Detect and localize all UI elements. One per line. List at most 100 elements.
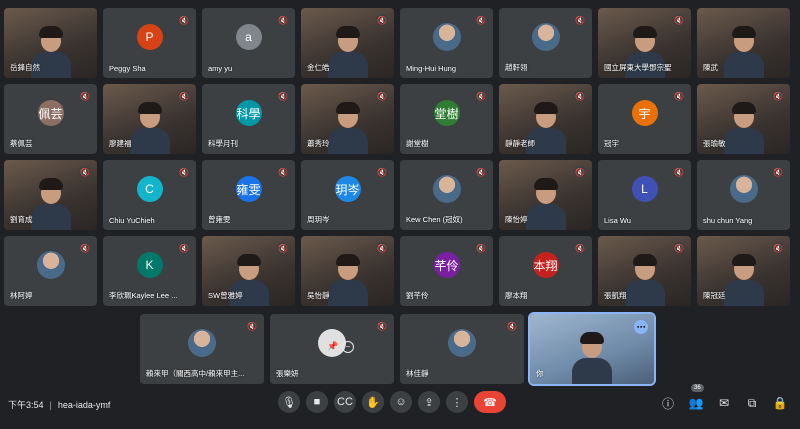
raise-hand-icon[interactable]: ✋	[362, 391, 384, 413]
participant-tile[interactable]: 岳鋒自然	[4, 8, 97, 78]
more-options-icon[interactable]: ⋮	[446, 391, 468, 413]
participant-tile[interactable]: 堂樹 🔇 謝堂樹	[400, 84, 493, 154]
participant-tile[interactable]: 🔇 Kew Chen (冠奴)	[400, 160, 493, 230]
avatar-photo	[36, 251, 65, 280]
avatar-photo	[448, 329, 476, 358]
participant-name: 謝堂樹	[406, 139, 429, 148]
muted-mic-icon: 🔇	[476, 15, 486, 25]
host-controls-icon[interactable]: 🔒	[770, 393, 790, 413]
participant-tile[interactable]: 🔇 陳怡婷	[499, 160, 592, 230]
present-screen-icon[interactable]: ⇪	[418, 391, 440, 413]
participant-tile[interactable]: 🔇 Ming-Hui Hung	[400, 8, 493, 78]
muted-mic-icon: 🔇	[377, 321, 387, 331]
participant-name: 曾雍雯	[208, 215, 231, 224]
muted-mic-icon: 🔇	[674, 91, 684, 101]
participant-tile[interactable]: 🔇 吳怡靜	[301, 236, 394, 306]
participant-tile[interactable]: 🔇 劉育成	[4, 160, 97, 230]
muted-mic-icon: 🔇	[80, 243, 90, 253]
participant-tile[interactable]: 🔇 張凱翔	[598, 236, 691, 306]
emoji-icon[interactable]: ☺	[390, 391, 412, 413]
participant-tile[interactable]: 🔇 林佳靜	[400, 314, 524, 384]
avatar: C	[136, 176, 163, 203]
participant-tile[interactable]: C 🔇 Chiu YuChieh	[103, 160, 196, 230]
participant-name: 金仁皓	[307, 63, 330, 72]
participant-tile[interactable]: 玥岑 🔇 周玥岑	[301, 160, 394, 230]
muted-mic-icon: 🔇	[376, 14, 388, 26]
participant-tile[interactable]: ⋯ 你	[528, 312, 656, 386]
participant-name: 張凱翔	[604, 291, 627, 300]
participant-tile[interactable]: 宇 🔇 冠宇	[598, 84, 691, 154]
muted-mic-icon: 🔇	[247, 321, 257, 331]
participant-name: 劉芊伶	[406, 291, 429, 300]
muted-mic-icon: 🔇	[575, 15, 585, 25]
meeting-info: 下午3:54 | hea-iada-ymf	[8, 398, 110, 411]
avatar: 本翔	[532, 252, 559, 279]
avatar-photo	[729, 175, 758, 204]
people-icon[interactable]: 👥 36	[686, 384, 706, 413]
avatar-photo	[432, 23, 461, 52]
participant-tile[interactable]: 本翔 🔇 廖本翔	[499, 236, 592, 306]
participant-tile[interactable]: 🔇 國立屏東大學鄧宗聖	[598, 8, 691, 78]
participant-tile[interactable]: 🔇 陳冠廷	[697, 236, 790, 306]
avatar: K	[136, 252, 163, 279]
participant-tile[interactable]: 🔇 趙軒翎	[499, 8, 592, 78]
muted-mic-icon: 🔇	[772, 242, 784, 254]
avatar-photo	[432, 175, 461, 204]
muted-mic-icon: 🔇	[674, 167, 684, 177]
participant-name: 吳怡靜	[307, 291, 330, 300]
meeting-details-icon[interactable]: ⓘ	[658, 393, 678, 413]
muted-mic-icon: 🔇	[772, 90, 784, 102]
chat-icon[interactable]: ✉	[714, 393, 734, 413]
tile-options-icon[interactable]: ⋯	[634, 320, 648, 334]
participant-tile[interactable]: L 🔇 Lisa Wu	[598, 160, 691, 230]
participant-tile[interactable]: K 🔇 李欣珮Kaylee Lee ...	[103, 236, 196, 306]
muted-mic-icon: 🔇	[179, 243, 189, 253]
participant-name: 蔡佩芸	[10, 139, 33, 148]
side-controls: ⓘ 👥 36 ✉ ⧉ 🔒	[658, 384, 790, 413]
meeting-code: hea-iada-ymf	[57, 400, 111, 410]
activities-icon[interactable]: ⧉	[742, 393, 762, 413]
captions-icon[interactable]: CC	[334, 391, 356, 413]
participant-tile[interactable]: 🔇 林阿婷	[4, 236, 97, 306]
participant-tile[interactable]: 🔇 shu chun Yang	[697, 160, 790, 230]
meeting-time: 下午3:54	[8, 400, 44, 410]
muted-mic-icon: 🔇	[179, 167, 189, 177]
participant-grid: 岳鋒自然 P 🔇 Peggy Sha a 🔇 amy yu 🔇 金仁皓 🔇 Ming-Hui Hun…	[4, 8, 790, 306]
hang-up-icon[interactable]: ☎	[474, 391, 506, 413]
muted-mic-icon: 🔇	[673, 14, 685, 26]
participant-tile[interactable]: 🔇 SW曾雅婷	[202, 236, 295, 306]
meeting-separator: |	[49, 400, 52, 410]
muted-mic-icon: 🔇	[376, 90, 388, 102]
participant-tile[interactable]: 陳武	[697, 8, 790, 78]
pin-icon[interactable]: 📌	[327, 341, 338, 352]
muted-mic-icon: 🔇	[179, 15, 189, 25]
participant-tile[interactable]: 🔇 靜靜老師	[499, 84, 592, 154]
muted-mic-icon: 🔇	[277, 242, 289, 254]
participant-name: 廖本翔	[505, 291, 528, 300]
avatar: P	[136, 24, 163, 51]
participant-tile[interactable]: 雍雯 🔇 曾雍雯	[202, 160, 295, 230]
camera-icon[interactable]: ■	[306, 391, 328, 413]
participant-tile[interactable]: 🔇 金仁皓	[301, 8, 394, 78]
muted-mic-icon: 🔇	[80, 91, 90, 101]
participant-name: Lisa Wu	[604, 216, 631, 225]
participant-tile[interactable]: a 🔇 amy yu	[202, 8, 295, 78]
participant-tile[interactable]: 芊伶 🔇 劉芊伶	[400, 236, 493, 306]
participant-tile[interactable]: 佩芸 🔇 蔡佩芸	[4, 84, 97, 154]
remove-icon[interactable]: −	[341, 340, 354, 353]
participant-name: 你	[536, 369, 544, 378]
participant-tile[interactable]: 📌 − 🔇 張樂妍	[270, 314, 394, 384]
participant-tile[interactable]: 🔇 張瑜敏	[697, 84, 790, 154]
call-controls: 🎙 ■ CC ✋ ☺ ⇪ ⋮ ☎	[278, 391, 506, 413]
participant-tile[interactable]: 🔇 廖建福	[103, 84, 196, 154]
participant-tile[interactable]: 科學 🔇 科學月刊	[202, 84, 295, 154]
avatar: L	[631, 176, 658, 203]
participant-tile[interactable]: 🔇 蕭秀玲	[301, 84, 394, 154]
muted-mic-icon: 🔇	[476, 167, 486, 177]
participant-tile[interactable]: 🔇 賴來甲（關西高中/賴來甲主...	[140, 314, 264, 384]
participant-name: 李欣珮Kaylee Lee ...	[109, 291, 178, 300]
participant-name: 趙軒翎	[505, 63, 528, 72]
microphone-icon[interactable]: 🎙	[278, 391, 300, 413]
participant-name: shu chun Yang	[703, 216, 753, 225]
participant-tile[interactable]: P 🔇 Peggy Sha	[103, 8, 196, 78]
